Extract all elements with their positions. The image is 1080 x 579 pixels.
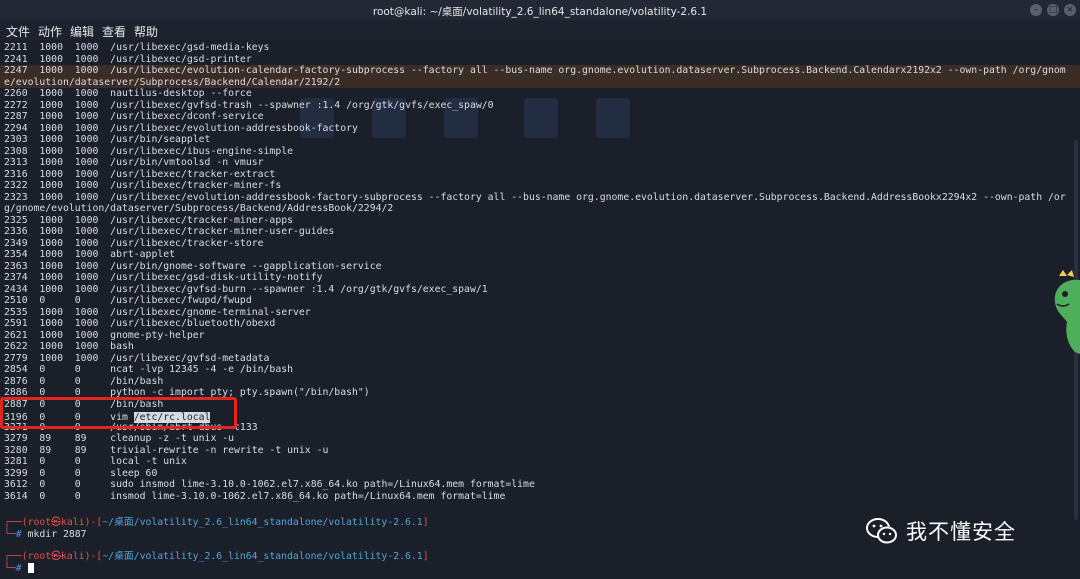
process-line: 2308 1000 1000 /usr/libexec/ibus-engine-… [4,145,294,157]
process-line: 2287 1000 1000 /usr/libexec/dconf-servic… [4,111,264,122]
watermark-text: 我不懂安全 [906,520,1016,544]
process-line: 2294 1000 1000 /usr/libexec/evolution-ad… [4,122,358,134]
ghost-file-icon [524,98,558,138]
close-icon[interactable]: × [1064,4,1076,16]
terminal-output[interactable]: 2211 1000 1000 /usr/libexec/gsd-media-ke… [0,40,1080,579]
wechat-icon [866,518,897,544]
prompt-line-2: ┌──(root㉿kali)-[~/桌面/volatility_2.6_lin6… [4,551,429,562]
process-line: 2621 1000 1000 gnome-pty-helper [4,329,205,341]
process-line: 2247 1000 1000 /usr/libexec/evolution-ca… [4,65,1066,76]
process-line: 2322 1000 1000 /usr/libexec/tracker-mine… [4,180,282,191]
process-line: 2325 1000 1000 /usr/libexec/tracker-mine… [4,214,294,226]
process-line: 2336 1000 1000 /usr/libexec/tracker-mine… [4,226,335,237]
command-line-2[interactable]: └─# [4,563,34,575]
process-line: 2374 1000 1000 /usr/libexec/gsd-disk-uti… [4,272,323,283]
process-line: 2260 1000 1000 nautilus-desktop --force [4,88,252,99]
process-line: 2622 1000 1000 bash [4,341,134,352]
process-line: 3614 0 0 insmod lime-3.10.0-1062.el7.x86… [4,490,506,502]
process-line: 2313 1000 1000 /usr/bin/vmtoolsd -n vmus… [4,157,264,168]
process-line: e/evolution/dataserver/Subprocess/Backen… [4,76,341,88]
process-line: 2854 0 0 ncat -lvp 12345 -4 -e /bin/bash [4,364,294,375]
minimize-icon[interactable]: – [1030,4,1042,16]
ghost-file-icon [596,98,630,138]
menu-action[interactable]: 动作 [38,23,62,40]
red-annotation-box [0,397,237,429]
process-line: 2349 1000 1000 /usr/libexec/tracker-stor… [4,237,264,249]
process-line: 2241 1000 1000 /usr/libexec/gsd-printer [4,53,252,65]
process-line: 2211 1000 1000 /usr/libexec/gsd-media-ke… [4,42,270,53]
process-line: 2354 1000 1000 abrt-applet [4,249,176,260]
process-line: 2535 1000 1000 /usr/libexec/gnome-termin… [4,306,311,318]
process-line: 3279 89 89 cleanup -z -t unix -u [4,433,235,444]
process-line: g/gnome/evolution/dataserver/Subprocess/… [4,203,394,214]
process-line: 2779 1000 1000 /usr/libexec/gvfsd-metada… [4,352,270,364]
process-line: 2434 1000 1000 /usr/libexec/gvfsd-burn -… [4,283,488,295]
process-line: 2363 1000 1000 /usr/bin/gnome-software -… [4,260,382,272]
process-line: 2510 0 0 /usr/libexec/fwupd/fwupd [4,295,252,306]
process-line: 2272 1000 1000 /usr/libexec/gvfsd-trash … [4,99,494,111]
window-title: root@kali: ~/桌面/volatility_2.6_lin64_sta… [372,6,708,18]
command-text: mkdir 2887 [21,529,87,540]
menu-bar: 文件 动作 编辑 查看 帮助 [0,20,1080,40]
watermark: 我不懂安全 [866,516,1016,546]
process-line: 3299 0 0 sleep 60 [4,467,158,479]
process-line: 2591 1000 1000 /usr/libexec/bluetooth/ob… [4,318,276,329]
window-titlebar: root@kali: ~/桌面/volatility_2.6_lin64_sta… [0,0,1080,20]
dinosaur-mascot-icon [1054,270,1080,354]
maximize-icon[interactable]: □ [1047,4,1059,16]
terminal-cursor [27,563,34,573]
menu-edit[interactable]: 编辑 [70,23,94,40]
process-line: 3281 0 0 local -t unix [4,456,187,467]
process-line: 2303 1000 1000 /usr/bin/seapplet [4,134,211,145]
process-line: 2316 1000 1000 /usr/libexec/tracker-extr… [4,168,276,180]
process-line: 3280 89 89 trivial-rewrite -n rewrite -t… [4,444,329,456]
process-line: 2876 0 0 /bin/bash [4,375,164,387]
prompt-line-1: ┌──(root㉿kali)-[~/桌面/volatility_2.6_lin6… [4,517,429,528]
command-line-1: └─# mkdir 2887 [4,529,87,540]
menu-view[interactable]: 查看 [102,23,126,40]
process-line: 3612 0 0 sudo insmod lime-3.10.0-1062.el… [4,479,535,490]
process-line: 2323 1000 1000 /usr/libexec/evolution-ad… [4,191,1066,203]
menu-file[interactable]: 文件 [6,23,30,40]
menu-help[interactable]: 帮助 [134,23,158,40]
